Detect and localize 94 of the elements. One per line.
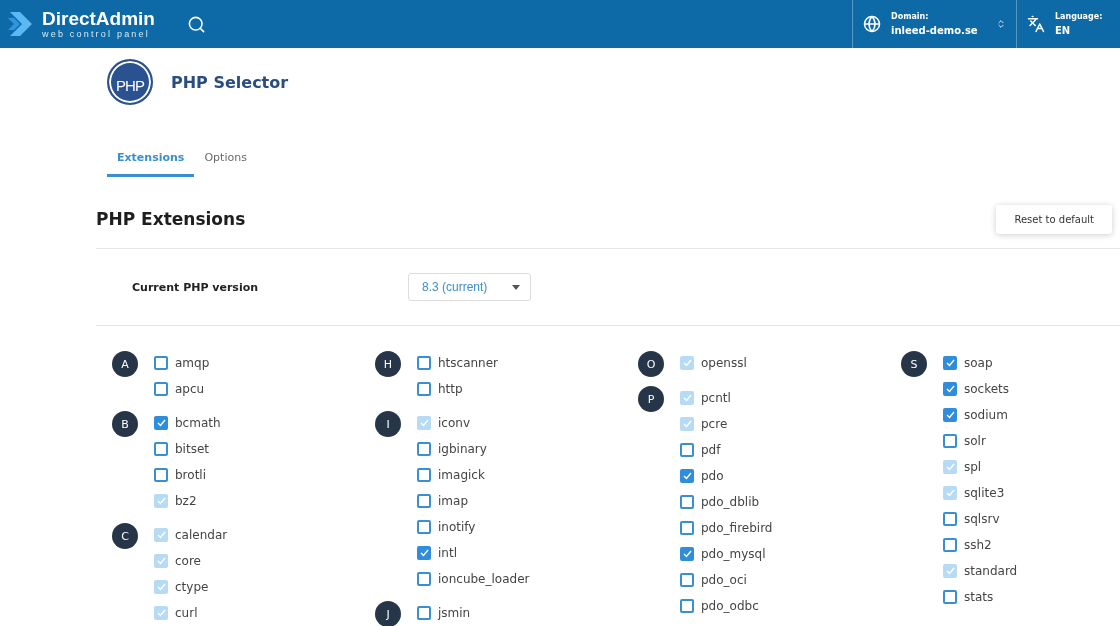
- extension-label: spl: [964, 460, 982, 474]
- caret-icon: [512, 284, 520, 290]
- checkbox[interactable]: [417, 520, 431, 534]
- extension-label: pdo_firebird: [701, 521, 773, 535]
- brand-name: DirectAdmin: [42, 9, 155, 28]
- extension-label: brotli: [175, 468, 206, 482]
- translate-icon: [1027, 15, 1045, 33]
- extension-label: ioncube_loader: [438, 572, 530, 586]
- letter-badge: O: [638, 351, 664, 377]
- checkbox[interactable]: [943, 512, 957, 526]
- checkbox[interactable]: [680, 495, 694, 509]
- extension-label: calendar: [175, 528, 228, 542]
- extension-label: jsmin: [438, 606, 471, 620]
- extension-label: soap: [964, 356, 993, 370]
- letter-badge: A: [112, 351, 138, 377]
- language-selector[interactable]: Language: EN: [1016, 0, 1120, 48]
- extension-label: htscanner: [438, 356, 499, 370]
- extension-label: pdo: [701, 469, 724, 483]
- checkbox[interactable]: [680, 443, 694, 457]
- extension-label: igbinary: [438, 442, 487, 456]
- extension-label: curl: [175, 606, 198, 620]
- letter-badge: S: [901, 351, 927, 377]
- extension-label: pcre: [701, 417, 728, 431]
- checkbox[interactable]: [417, 468, 431, 482]
- checkbox[interactable]: [417, 494, 431, 508]
- checkbox[interactable]: [154, 442, 168, 456]
- tab[interactable]: Extensions: [107, 143, 195, 177]
- extension-label: solr: [964, 434, 986, 448]
- checkbox[interactable]: [943, 356, 957, 370]
- letter-badge: J: [375, 601, 401, 626]
- extension-label: pdo_oci: [701, 573, 747, 587]
- letter-badge: H: [375, 351, 401, 377]
- checkbox[interactable]: [154, 416, 168, 430]
- extension-label: sodium: [964, 408, 1008, 422]
- letter-badge: P: [638, 386, 664, 412]
- brand-tagline: web control panel: [42, 30, 151, 39]
- checkbox[interactable]: [417, 442, 431, 456]
- section-title: PHP Extensions: [96, 209, 246, 229]
- extension-label: core: [175, 554, 201, 568]
- letter-badge: I: [375, 411, 401, 437]
- tab[interactable]: Options: [194, 143, 257, 177]
- checkbox[interactable]: [154, 356, 168, 370]
- checkbox[interactable]: [943, 434, 957, 448]
- extension-label: sqlsrv: [964, 512, 1000, 526]
- checkbox[interactable]: [417, 356, 431, 370]
- extension-label: imagick: [438, 468, 485, 482]
- extension-label: bitset: [175, 442, 209, 456]
- extension-label: ssh2: [964, 538, 992, 552]
- extension-label: bcmath: [175, 416, 221, 430]
- checkbox[interactable]: [680, 521, 694, 535]
- extension-label: pdo_odbc: [701, 599, 759, 613]
- extension-label: sockets: [964, 382, 1010, 396]
- domain-selector[interactable]: Domain: inleed-demo.se: [852, 0, 1016, 48]
- checkbox[interactable]: [680, 547, 694, 561]
- letter-badge: B: [112, 411, 138, 437]
- version-label: Current PHP version: [132, 280, 260, 294]
- checkbox[interactable]: [154, 468, 168, 482]
- letter-badge: C: [112, 523, 138, 549]
- checkbox[interactable]: [943, 408, 957, 422]
- checkbox[interactable]: [943, 538, 957, 552]
- extension-label: http: [438, 382, 463, 396]
- checkbox[interactable]: [943, 382, 957, 396]
- checkbox[interactable]: [680, 469, 694, 483]
- extension-label: inotify: [438, 520, 476, 534]
- version-dropdown[interactable]: 8.3 (current): [408, 273, 531, 301]
- extension-label: imap: [438, 494, 468, 508]
- globe-icon: [863, 15, 881, 33]
- updown-icon: [996, 19, 1006, 29]
- extension-label: apcu: [175, 382, 205, 396]
- extension-label: bz2: [175, 494, 197, 508]
- extension-label: iconv: [438, 416, 470, 430]
- extension-label: sqlite3: [964, 486, 1005, 500]
- page-title: PHP Selector: [171, 72, 289, 92]
- php-logo: PHP: [107, 59, 153, 105]
- checkbox[interactable]: [154, 382, 168, 396]
- extension-label: intl: [438, 546, 457, 560]
- extension-label: stats: [964, 590, 994, 604]
- extension-label: pdf: [701, 443, 721, 457]
- checkbox[interactable]: [417, 606, 431, 620]
- checkbox[interactable]: [417, 546, 431, 560]
- checkbox[interactable]: [680, 599, 694, 613]
- extension-label: ctype: [175, 580, 209, 594]
- extension-label: standard: [964, 564, 1018, 578]
- extension-label: openssl: [701, 356, 747, 370]
- checkbox[interactable]: [943, 590, 957, 604]
- checkbox[interactable]: [417, 572, 431, 586]
- extension-label: pdo_mysql: [701, 547, 766, 561]
- checkbox[interactable]: [417, 382, 431, 396]
- extension-label: pdo_dblib: [701, 495, 760, 509]
- extension-label: amqp: [175, 356, 210, 370]
- checkbox[interactable]: [680, 573, 694, 587]
- extension-label: pcntl: [701, 391, 731, 405]
- reset-button[interactable]: Reset to default: [996, 205, 1112, 234]
- search-icon[interactable]: [187, 14, 206, 34]
